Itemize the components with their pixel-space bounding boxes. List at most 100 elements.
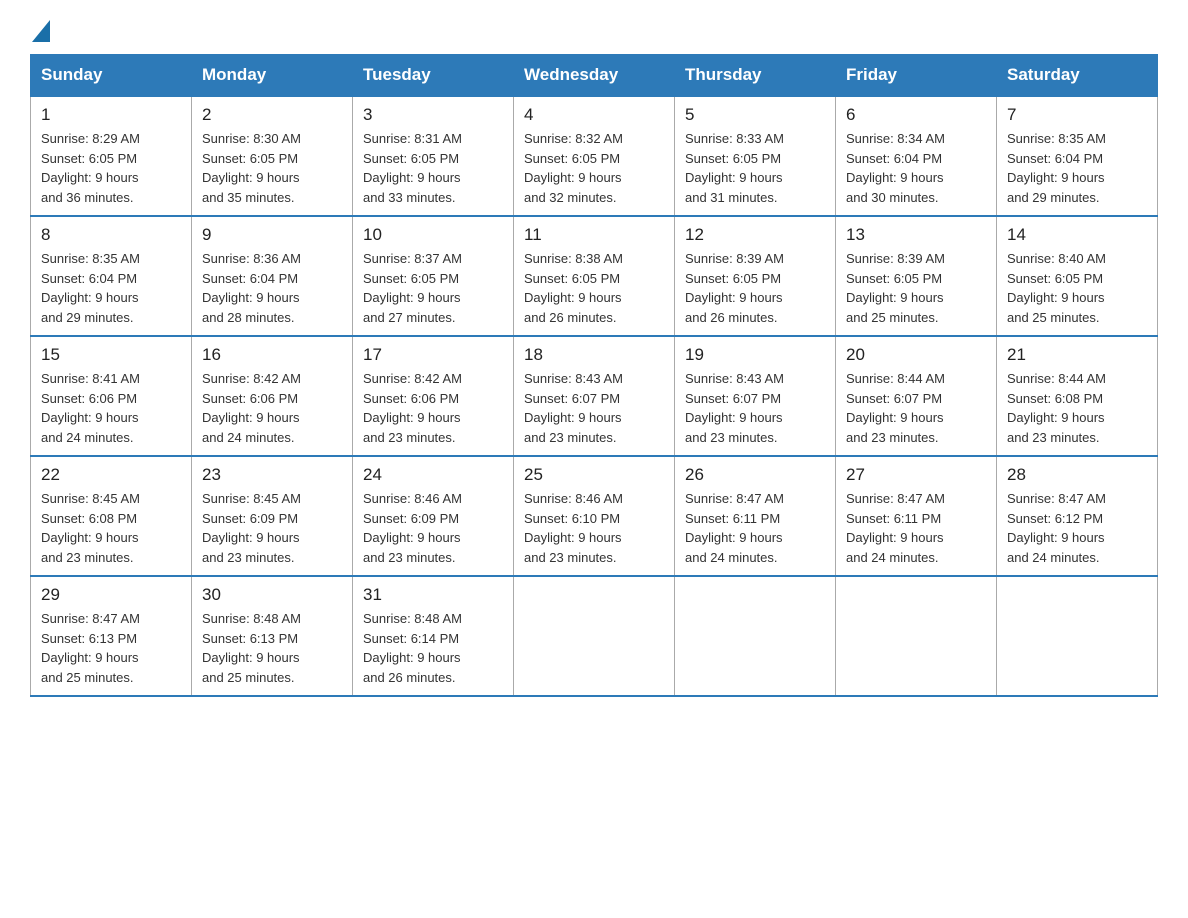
day-info: Sunrise: 8:43 AMSunset: 6:07 PMDaylight:…: [524, 369, 664, 447]
calendar-cell: 4 Sunrise: 8:32 AMSunset: 6:05 PMDaylight…: [514, 96, 675, 216]
calendar-cell: 8 Sunrise: 8:35 AMSunset: 6:04 PMDaylight…: [31, 216, 192, 336]
weekday-header-friday: Friday: [836, 55, 997, 97]
calendar-cell: 2 Sunrise: 8:30 AMSunset: 6:05 PMDaylight…: [192, 96, 353, 216]
calendar-cell: 28 Sunrise: 8:47 AMSunset: 6:12 PMDayligh…: [997, 456, 1158, 576]
day-info: Sunrise: 8:43 AMSunset: 6:07 PMDaylight:…: [685, 369, 825, 447]
day-info: Sunrise: 8:32 AMSunset: 6:05 PMDaylight:…: [524, 129, 664, 207]
calendar-cell: 5 Sunrise: 8:33 AMSunset: 6:05 PMDaylight…: [675, 96, 836, 216]
calendar-cell: 7 Sunrise: 8:35 AMSunset: 6:04 PMDaylight…: [997, 96, 1158, 216]
day-number: 8: [41, 225, 181, 245]
calendar-week-1: 1 Sunrise: 8:29 AMSunset: 6:05 PMDaylight…: [31, 96, 1158, 216]
weekday-header-monday: Monday: [192, 55, 353, 97]
calendar-cell: 6Sunrise: 8:34 AMSunset: 6:04 PMDaylight…: [836, 96, 997, 216]
day-info: Sunrise: 8:47 AMSunset: 6:13 PMDaylight:…: [41, 609, 181, 687]
day-info: Sunrise: 8:48 AMSunset: 6:14 PMDaylight:…: [363, 609, 503, 687]
day-number: 26: [685, 465, 825, 485]
day-info: Sunrise: 8:39 AMSunset: 6:05 PMDaylight:…: [685, 249, 825, 327]
weekday-header-tuesday: Tuesday: [353, 55, 514, 97]
calendar-cell: 31 Sunrise: 8:48 AMSunset: 6:14 PMDayligh…: [353, 576, 514, 696]
calendar-cell: 22 Sunrise: 8:45 AMSunset: 6:08 PMDayligh…: [31, 456, 192, 576]
calendar-cell: 3Sunrise: 8:31 AMSunset: 6:05 PMDaylight…: [353, 96, 514, 216]
day-info: Sunrise: 8:39 AMSunset: 6:05 PMDaylight:…: [846, 249, 986, 327]
day-info: Sunrise: 8:48 AMSunset: 6:13 PMDaylight:…: [202, 609, 342, 687]
day-number: 29: [41, 585, 181, 605]
calendar-week-4: 22 Sunrise: 8:45 AMSunset: 6:08 PMDayligh…: [31, 456, 1158, 576]
calendar-cell: 1 Sunrise: 8:29 AMSunset: 6:05 PMDaylight…: [31, 96, 192, 216]
day-number: 31: [363, 585, 503, 605]
day-number: 28: [1007, 465, 1147, 485]
calendar-cell: 14 Sunrise: 8:40 AMSunset: 6:05 PMDayligh…: [997, 216, 1158, 336]
calendar-cell: 21Sunrise: 8:44 AMSunset: 6:08 PMDayligh…: [997, 336, 1158, 456]
day-number: 1: [41, 105, 181, 125]
day-info: Sunrise: 8:40 AMSunset: 6:05 PMDaylight:…: [1007, 249, 1147, 327]
calendar-week-3: 15 Sunrise: 8:41 AMSunset: 6:06 PMDayligh…: [31, 336, 1158, 456]
day-number: 17: [363, 345, 503, 365]
day-number: 7: [1007, 105, 1147, 125]
calendar-cell: 23 Sunrise: 8:45 AMSunset: 6:09 PMDayligh…: [192, 456, 353, 576]
day-info: Sunrise: 8:41 AMSunset: 6:06 PMDaylight:…: [41, 369, 181, 447]
calendar-cell: 20 Sunrise: 8:44 AMSunset: 6:07 PMDayligh…: [836, 336, 997, 456]
day-number: 22: [41, 465, 181, 485]
day-number: 13: [846, 225, 986, 245]
day-info: Sunrise: 8:37 AMSunset: 6:05 PMDaylight:…: [363, 249, 503, 327]
calendar-cell: 24 Sunrise: 8:46 AMSunset: 6:09 PMDayligh…: [353, 456, 514, 576]
calendar-cell: 30Sunrise: 8:48 AMSunset: 6:13 PMDayligh…: [192, 576, 353, 696]
calendar-cell: 9 Sunrise: 8:36 AMSunset: 6:04 PMDaylight…: [192, 216, 353, 336]
day-number: 19: [685, 345, 825, 365]
day-info: Sunrise: 8:36 AMSunset: 6:04 PMDaylight:…: [202, 249, 342, 327]
calendar-cell: [997, 576, 1158, 696]
day-number: 15: [41, 345, 181, 365]
day-number: 10: [363, 225, 503, 245]
day-info: Sunrise: 8:47 AMSunset: 6:12 PMDaylight:…: [1007, 489, 1147, 567]
logo: [30, 20, 50, 44]
day-info: Sunrise: 8:46 AMSunset: 6:10 PMDaylight:…: [524, 489, 664, 567]
calendar-week-5: 29 Sunrise: 8:47 AMSunset: 6:13 PMDayligh…: [31, 576, 1158, 696]
day-info: Sunrise: 8:45 AMSunset: 6:09 PMDaylight:…: [202, 489, 342, 567]
day-number: 6: [846, 105, 986, 125]
calendar-table: SundayMondayTuesdayWednesdayThursdayFrid…: [30, 54, 1158, 697]
calendar-cell: 19 Sunrise: 8:43 AMSunset: 6:07 PMDayligh…: [675, 336, 836, 456]
calendar-header-row: SundayMondayTuesdayWednesdayThursdayFrid…: [31, 55, 1158, 97]
calendar-cell: 18Sunrise: 8:43 AMSunset: 6:07 PMDayligh…: [514, 336, 675, 456]
day-number: 9: [202, 225, 342, 245]
day-info: Sunrise: 8:31 AMSunset: 6:05 PMDaylight:…: [363, 129, 503, 207]
weekday-header-saturday: Saturday: [997, 55, 1158, 97]
day-info: Sunrise: 8:38 AMSunset: 6:05 PMDaylight:…: [524, 249, 664, 327]
calendar-cell: [675, 576, 836, 696]
day-info: Sunrise: 8:46 AMSunset: 6:09 PMDaylight:…: [363, 489, 503, 567]
weekday-header-wednesday: Wednesday: [514, 55, 675, 97]
calendar-cell: 13 Sunrise: 8:39 AMSunset: 6:05 PMDayligh…: [836, 216, 997, 336]
calendar-cell: 12Sunrise: 8:39 AMSunset: 6:05 PMDayligh…: [675, 216, 836, 336]
calendar-cell: 29 Sunrise: 8:47 AMSunset: 6:13 PMDayligh…: [31, 576, 192, 696]
calendar-week-2: 8 Sunrise: 8:35 AMSunset: 6:04 PMDaylight…: [31, 216, 1158, 336]
day-number: 25: [524, 465, 664, 485]
calendar-cell: 10 Sunrise: 8:37 AMSunset: 6:05 PMDayligh…: [353, 216, 514, 336]
day-info: Sunrise: 8:47 AMSunset: 6:11 PMDaylight:…: [846, 489, 986, 567]
calendar-cell: 25 Sunrise: 8:46 AMSunset: 6:10 PMDayligh…: [514, 456, 675, 576]
day-info: Sunrise: 8:47 AMSunset: 6:11 PMDaylight:…: [685, 489, 825, 567]
day-info: Sunrise: 8:29 AMSunset: 6:05 PMDaylight:…: [41, 129, 181, 207]
calendar-cell: 26 Sunrise: 8:47 AMSunset: 6:11 PMDayligh…: [675, 456, 836, 576]
calendar-cell: 17 Sunrise: 8:42 AMSunset: 6:06 PMDayligh…: [353, 336, 514, 456]
weekday-header-sunday: Sunday: [31, 55, 192, 97]
day-number: 20: [846, 345, 986, 365]
day-info: Sunrise: 8:35 AMSunset: 6:04 PMDaylight:…: [1007, 129, 1147, 207]
calendar-cell: 15 Sunrise: 8:41 AMSunset: 6:06 PMDayligh…: [31, 336, 192, 456]
day-info: Sunrise: 8:42 AMSunset: 6:06 PMDaylight:…: [363, 369, 503, 447]
day-number: 4: [524, 105, 664, 125]
day-info: Sunrise: 8:35 AMSunset: 6:04 PMDaylight:…: [41, 249, 181, 327]
day-info: Sunrise: 8:45 AMSunset: 6:08 PMDaylight:…: [41, 489, 181, 567]
day-number: 24: [363, 465, 503, 485]
day-number: 2: [202, 105, 342, 125]
day-number: 27: [846, 465, 986, 485]
day-info: Sunrise: 8:44 AMSunset: 6:07 PMDaylight:…: [846, 369, 986, 447]
day-number: 5: [685, 105, 825, 125]
logo-arrow-icon: [30, 20, 50, 44]
day-number: 14: [1007, 225, 1147, 245]
day-info: Sunrise: 8:33 AMSunset: 6:05 PMDaylight:…: [685, 129, 825, 207]
calendar-cell: [836, 576, 997, 696]
day-number: 23: [202, 465, 342, 485]
day-info: Sunrise: 8:30 AMSunset: 6:05 PMDaylight:…: [202, 129, 342, 207]
calendar-cell: 27 Sunrise: 8:47 AMSunset: 6:11 PMDayligh…: [836, 456, 997, 576]
day-info: Sunrise: 8:44 AMSunset: 6:08 PMDaylight:…: [1007, 369, 1147, 447]
